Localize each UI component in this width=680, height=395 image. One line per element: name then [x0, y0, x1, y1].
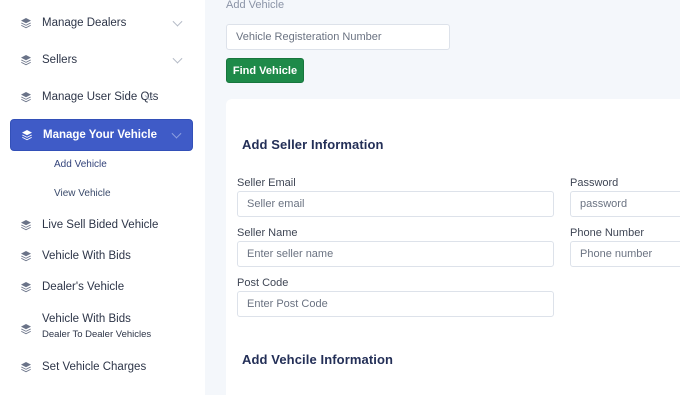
sidebar-item-sublabel: Dealer To Dealer Vehicles — [42, 329, 152, 340]
find-vehicle-button[interactable]: Find Vehicle — [226, 58, 304, 83]
submenu-item-add-vehicle[interactable]: Add Vehicle — [54, 159, 107, 170]
sidebar-item-sellers[interactable]: Sellers — [10, 44, 193, 76]
layers-icon — [21, 324, 31, 335]
sidebar-item-label: Vehicle With Bids — [42, 313, 131, 325]
chevron-down-icon — [172, 53, 183, 64]
main-content: Add Vehicle Find Vehicle Add Seller Info… — [205, 0, 680, 395]
page-title: Add Vehicle — [226, 0, 285, 11]
seller-email-field[interactable] — [237, 191, 554, 217]
vehicle-section-title: Add Vehcile Information — [242, 352, 394, 367]
sidebar-item-label: Dealer's Vehicle — [42, 281, 125, 293]
layers-icon — [22, 130, 32, 141]
sidebar-item-label: Set Vehicle Charges — [42, 361, 147, 373]
sidebar: Manage Dealers Sellers Manage User Side … — [0, 0, 205, 395]
submenu-item-view-vehicle[interactable]: View Vehicle — [54, 188, 111, 199]
sidebar-item-label: Manage User Side Qts — [42, 91, 159, 103]
layers-icon — [21, 55, 31, 66]
sidebar-item-label: Sellers — [42, 54, 78, 66]
phone-number-field[interactable] — [570, 241, 680, 267]
seller-name-field[interactable] — [237, 241, 554, 267]
sidebar-item-label: Live Sell Bided Vehicle — [42, 219, 159, 231]
password-field[interactable] — [570, 191, 680, 217]
chevron-down-icon — [172, 16, 183, 27]
password-label: Password — [570, 177, 619, 189]
sidebar-item-label: Vehicle With Bids — [42, 250, 131, 262]
layers-icon — [21, 18, 31, 29]
vehicle-form-card: Add Seller Information Seller Email Pass… — [226, 99, 680, 395]
layers-icon — [21, 282, 31, 293]
sidebar-item-set-vehicle-charges[interactable]: Set Vehicle Charges — [10, 351, 193, 383]
sidebar-item-dealers-vehicle[interactable]: Dealer's Vehicle — [10, 271, 193, 303]
seller-section-title: Add Seller Information — [242, 137, 384, 152]
sidebar-item-live-sell-bided-vehicle[interactable]: Live Sell Bided Vehicle — [10, 209, 193, 241]
post-code-label: Post Code — [237, 277, 289, 289]
sidebar-item-label: Manage Your Vehicle — [43, 129, 157, 141]
seller-email-label: Seller Email — [237, 177, 296, 189]
phone-number-label: Phone Number — [570, 227, 644, 239]
layers-icon — [21, 251, 31, 262]
registration-number-input[interactable] — [226, 24, 450, 50]
sidebar-item-manage-your-vehicle[interactable]: Manage Your Vehicle — [10, 119, 193, 151]
sidebar-item-dealer-to-dealer-vehicles[interactable]: Vehicle With Bids Dealer To Dealer Vehic… — [10, 311, 193, 351]
sidebar-item-vehicle-with-bids[interactable]: Vehicle With Bids — [10, 240, 193, 272]
post-code-field[interactable] — [237, 291, 554, 317]
sidebar-item-label: Manage Dealers — [42, 17, 127, 29]
layers-icon — [21, 220, 31, 231]
seller-name-label: Seller Name — [237, 227, 298, 239]
sidebar-item-manage-dealers[interactable]: Manage Dealers — [10, 7, 193, 39]
layers-icon — [21, 362, 31, 373]
sidebar-item-manage-user-side-qts[interactable]: Manage User Side Qts — [10, 81, 193, 113]
layers-icon — [21, 92, 31, 103]
chevron-down-icon — [171, 128, 182, 139]
